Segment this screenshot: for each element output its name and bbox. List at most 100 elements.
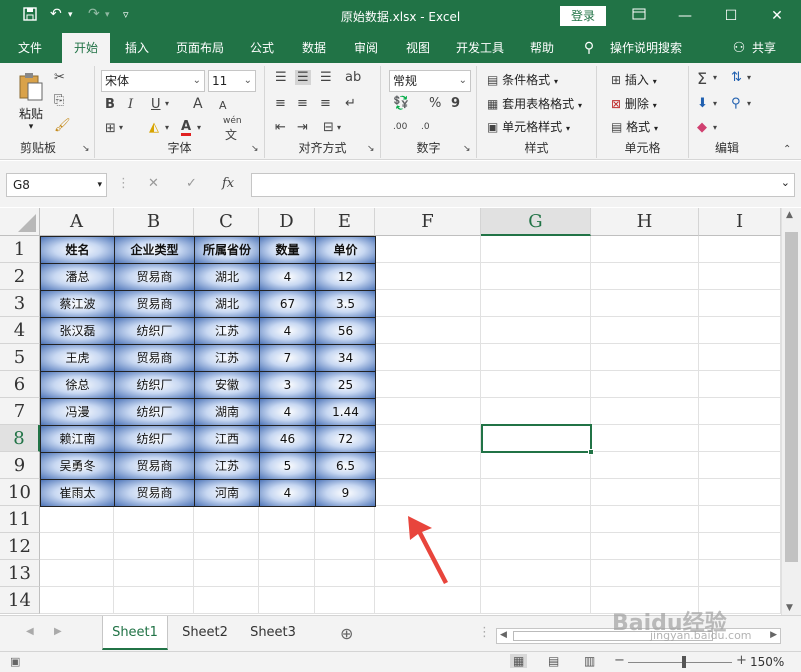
cell-i12[interactable] xyxy=(699,533,781,560)
name-box[interactable]: G8 ▾ xyxy=(6,173,107,197)
share-person-icon[interactable]: ⚇ xyxy=(730,33,748,63)
cell-g12[interactable] xyxy=(481,533,591,560)
row-header-4[interactable]: 4 xyxy=(0,317,40,344)
cell-f5[interactable] xyxy=(375,344,481,371)
format-as-table-button[interactable]: ▦ 套用表格格式 ▾ xyxy=(487,95,582,112)
cell-h13[interactable] xyxy=(591,560,699,587)
cell-f14[interactable] xyxy=(375,587,481,614)
orientation-icon[interactable]: ab xyxy=(345,70,361,85)
table-header-cell[interactable]: 姓名 xyxy=(40,236,115,264)
cell-h7[interactable] xyxy=(591,398,699,425)
row-header-11[interactable]: 11 xyxy=(0,506,40,533)
collapse-ribbon-icon[interactable]: ⌃ xyxy=(783,144,791,155)
cell-i2[interactable] xyxy=(699,263,781,290)
column-header-c[interactable]: C xyxy=(194,208,259,236)
row-header-5[interactable]: 5 xyxy=(0,344,40,371)
borders-icon[interactable]: ⊞ xyxy=(105,121,116,136)
cell-a13[interactable] xyxy=(40,560,114,587)
row-header-14[interactable]: 14 xyxy=(0,587,40,614)
row-header-8[interactable]: 8 xyxy=(0,425,40,452)
table-data-cell[interactable]: 江苏 xyxy=(194,344,260,372)
cell-f10[interactable] xyxy=(375,479,481,506)
vertical-scroll-thumb[interactable] xyxy=(785,232,798,562)
table-data-cell[interactable]: 湖北 xyxy=(194,263,260,291)
cell-b13[interactable] xyxy=(114,560,194,587)
active-cell-g8[interactable] xyxy=(481,424,594,455)
tab-split-grip-icon[interactable]: ⋮ xyxy=(478,625,491,640)
column-header-f[interactable]: F xyxy=(375,208,481,236)
row-header-7[interactable]: 7 xyxy=(0,398,40,425)
fill-dropdown-icon[interactable]: ▾ xyxy=(713,99,717,108)
paste-dropdown-icon[interactable]: ▾ xyxy=(14,122,48,132)
cell-c13[interactable] xyxy=(194,560,259,587)
page-break-view-icon[interactable]: ▥ xyxy=(584,654,595,668)
table-data-cell[interactable]: 34 xyxy=(315,344,376,372)
cell-g7[interactable] xyxy=(481,398,591,425)
font-name-combo[interactable]: 宋体 ⌄ xyxy=(101,70,205,92)
cell-h10[interactable] xyxy=(591,479,699,506)
table-data-cell[interactable]: 7 xyxy=(259,344,316,372)
scroll-right-icon[interactable]: ▶ xyxy=(770,630,777,640)
cell-f6[interactable] xyxy=(375,371,481,398)
table-data-cell[interactable]: 12 xyxy=(315,263,376,291)
table-data-cell[interactable]: 5 xyxy=(259,452,316,480)
tab-insert[interactable]: 插入 xyxy=(116,33,158,63)
table-data-cell[interactable]: 3.5 xyxy=(315,290,376,318)
cell-f9[interactable] xyxy=(375,452,481,479)
cell-d12[interactable] xyxy=(259,533,315,560)
tab-view[interactable]: 视图 xyxy=(396,33,440,63)
row-header-1[interactable]: 1 xyxy=(0,236,40,263)
cell-i13[interactable] xyxy=(699,560,781,587)
fill-color-dropdown-icon[interactable]: ▾ xyxy=(165,123,169,132)
scroll-sheets-left-icon[interactable]: ◀ xyxy=(26,626,34,637)
zoom-slider-thumb[interactable] xyxy=(682,656,686,668)
column-header-g[interactable]: G xyxy=(481,208,591,236)
underline-dropdown-icon[interactable]: ▾ xyxy=(165,99,169,108)
borders-dropdown-icon[interactable]: ▾ xyxy=(119,123,123,132)
find-dropdown-icon[interactable]: ▾ xyxy=(747,99,751,108)
name-box-dropdown-icon[interactable]: ▾ xyxy=(97,174,102,196)
table-data-cell[interactable]: 贸易商 xyxy=(114,263,195,291)
cell-e13[interactable] xyxy=(315,560,375,587)
comma-style-button[interactable]: 9 xyxy=(451,96,460,111)
cell-h6[interactable] xyxy=(591,371,699,398)
normal-view-icon[interactable]: ▦ xyxy=(510,654,528,668)
increase-indent-icon[interactable]: ⇥ xyxy=(297,120,308,135)
fill-color-icon[interactable]: ◭ xyxy=(149,120,159,135)
tab-data[interactable]: 数据 xyxy=(292,33,336,63)
cancel-icon[interactable]: ✕ xyxy=(148,176,159,191)
column-header-i[interactable]: I xyxy=(699,208,781,236)
table-data-cell[interactable]: 吴勇冬 xyxy=(40,452,115,480)
cell-h2[interactable] xyxy=(591,263,699,290)
table-data-cell[interactable]: 6.5 xyxy=(315,452,376,480)
cell-c11[interactable] xyxy=(194,506,259,533)
zoom-out-icon[interactable]: − xyxy=(614,653,625,668)
cell-g13[interactable] xyxy=(481,560,591,587)
table-data-cell[interactable]: 冯漫 xyxy=(40,398,115,426)
zoom-in-icon[interactable]: + xyxy=(736,653,747,668)
cell-f1[interactable] xyxy=(375,236,481,263)
minimize-icon[interactable]: — xyxy=(674,5,696,27)
tab-developer[interactable]: 开发工具 xyxy=(448,33,512,63)
align-bottom-icon[interactable]: ☰ xyxy=(320,70,332,85)
row-header-13[interactable]: 13 xyxy=(0,560,40,587)
format-cells-button[interactable]: ▤ 格式 ▾ xyxy=(611,118,658,135)
table-data-cell[interactable]: 赖江南 xyxy=(40,425,115,453)
tab-file[interactable]: 文件 xyxy=(8,33,52,63)
cell-b12[interactable] xyxy=(114,533,194,560)
cell-d13[interactable] xyxy=(259,560,315,587)
cell-g5[interactable] xyxy=(481,344,591,371)
table-data-cell[interactable]: 安徽 xyxy=(194,371,260,399)
sort-filter-dropdown-icon[interactable]: ▾ xyxy=(747,73,751,82)
insert-function-button[interactable]: fx xyxy=(222,176,234,191)
align-middle-icon[interactable]: ☰ xyxy=(295,70,311,85)
sheet-tab-sheet3[interactable]: Sheet3 xyxy=(240,616,306,650)
cell-b14[interactable] xyxy=(114,587,194,614)
row-header-2[interactable]: 2 xyxy=(0,263,40,290)
cell-f8[interactable] xyxy=(375,425,481,452)
fill-icon[interactable]: ⬇ xyxy=(697,96,708,111)
cut-icon[interactable]: ✂ xyxy=(54,70,65,85)
share-button[interactable]: 共享 xyxy=(748,33,780,63)
tell-me-search[interactable]: 操作说明搜索 xyxy=(604,33,688,63)
table-data-cell[interactable]: 4 xyxy=(259,263,316,291)
